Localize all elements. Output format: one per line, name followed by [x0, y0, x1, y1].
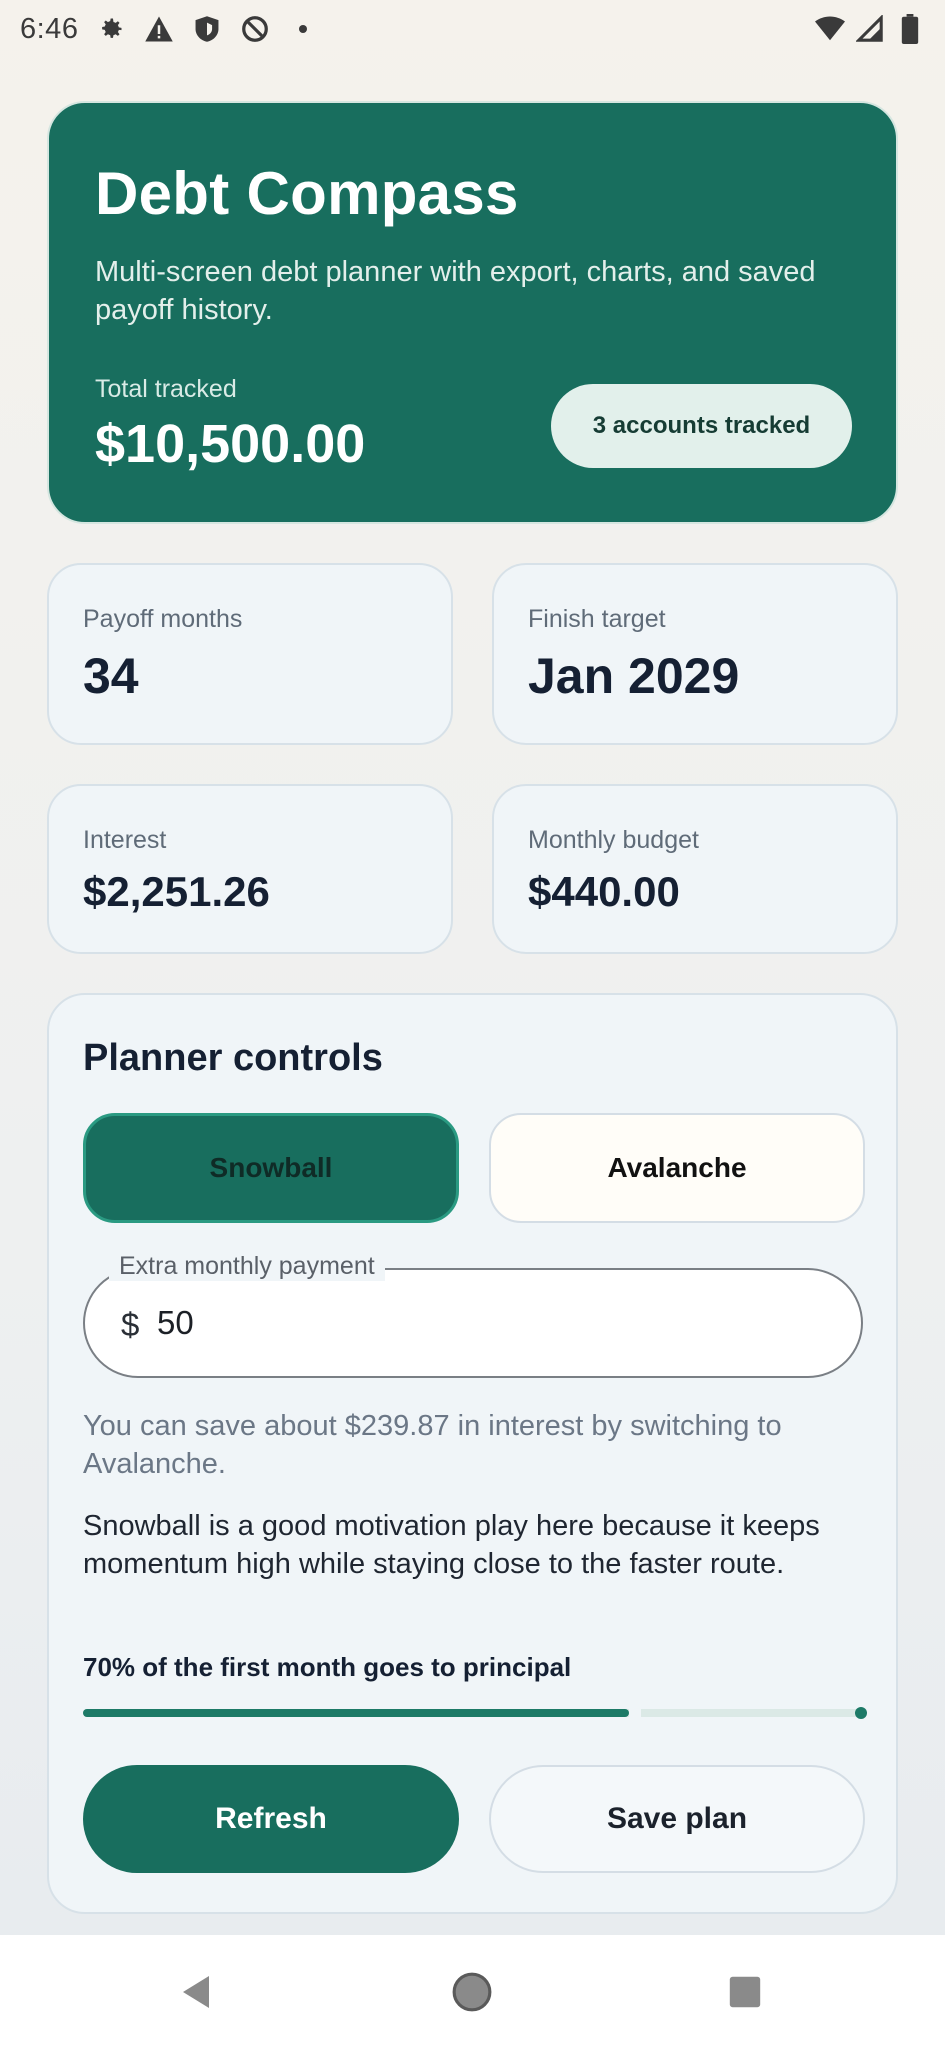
battery-icon: [895, 14, 925, 44]
no-sync-icon: [240, 14, 270, 44]
monthly-budget-label: Monthly budget: [528, 826, 699, 854]
monthly-budget-card: Monthly budget $440.00: [492, 784, 898, 954]
finish-target-value: Jan 2029: [528, 648, 740, 704]
extra-payment-field[interactable]: Extra monthly payment $: [83, 1252, 863, 1378]
principal-progress-fill: [83, 1709, 629, 1717]
status-bar: 6:46: [0, 0, 945, 58]
principal-progress-end-dot: [855, 1707, 867, 1719]
refresh-button[interactable]: Refresh: [83, 1765, 459, 1873]
accounts-tracked-badge[interactable]: 3 accounts tracked: [551, 384, 852, 468]
dot-icon: [288, 14, 318, 44]
back-icon[interactable]: [174, 1969, 220, 2015]
signal-icon: [855, 14, 885, 44]
avalanche-button[interactable]: Avalanche: [489, 1113, 865, 1223]
planner-title: Planner controls: [83, 1037, 383, 1079]
hero-card: Debt Compass Multi-screen debt planner w…: [47, 101, 898, 524]
save-plan-button[interactable]: Save plan: [489, 1765, 865, 1873]
shield-icon: [192, 14, 222, 44]
home-icon[interactable]: [449, 1969, 495, 2015]
gear-icon: [96, 14, 126, 44]
strategy-advice: Snowball is a good motivation play here …: [83, 1510, 820, 1580]
principal-progress-gap: [629, 1707, 641, 1719]
currency-prefix: $: [121, 1306, 140, 1343]
principal-progress-bar: [83, 1707, 867, 1719]
interest-label: Interest: [83, 826, 167, 854]
finish-target-label: Finish target: [528, 605, 666, 633]
extra-payment-input[interactable]: [157, 1298, 757, 1348]
interest-value: $2,251.26: [83, 868, 270, 915]
app-subtitle: Multi-screen debt planner with export, c…: [95, 256, 816, 326]
status-right: [815, 14, 925, 44]
status-time: 6:46: [20, 12, 79, 45]
savings-tip: You can save about $239.87 in interest b…: [83, 1410, 782, 1480]
wifi-icon: [815, 14, 845, 44]
navigation-bar: [0, 1935, 945, 2048]
payoff-months-value: 34: [83, 648, 139, 704]
interest-card: Interest $2,251.26: [47, 784, 453, 954]
payoff-months-label: Payoff months: [83, 605, 243, 633]
snowball-button[interactable]: Snowball: [83, 1113, 459, 1223]
status-left: 6:46: [20, 13, 318, 46]
app-title: Debt Compass: [95, 160, 519, 227]
principal-progress-label: 70% of the first month goes to principal: [83, 1652, 572, 1682]
recents-icon[interactable]: [722, 1969, 768, 2015]
total-tracked-value: $10,500.00: [95, 414, 366, 474]
planner-controls-card: Planner controls Snowball Avalanche Extr…: [47, 993, 898, 1914]
extra-payment-label: Extra monthly payment: [109, 1252, 385, 1281]
warning-icon: [144, 14, 174, 44]
finish-target-card: Finish target Jan 2029: [492, 563, 898, 745]
payoff-months-card: Payoff months 34: [47, 563, 453, 745]
total-tracked-label: Total tracked: [95, 375, 237, 403]
monthly-budget-value: $440.00: [528, 868, 680, 915]
